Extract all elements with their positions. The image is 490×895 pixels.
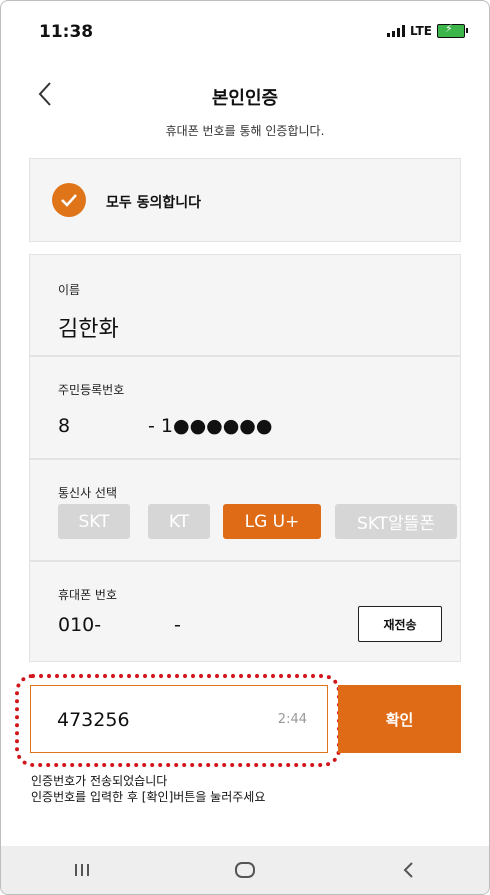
signal-icon — [386, 25, 405, 37]
phone-separator: - — [174, 614, 181, 636]
rrn-back-value: - 1●●●●●● — [148, 415, 273, 437]
carrier-select: 통신사 선택 SKT KT LG U+ SKT알뜰폰 — [29, 459, 461, 561]
carrier-option-skt[interactable]: SKT — [58, 504, 130, 539]
page-title: 본인인증 — [211, 88, 279, 109]
back-icon[interactable] — [378, 861, 438, 879]
recents-icon[interactable] — [52, 862, 112, 878]
home-icon[interactable] — [215, 861, 275, 879]
note-line-instruction: 인증번호를 입력한 후 [확인]버튼을 눌러주세요 — [31, 790, 266, 804]
page-subtitle: 휴대폰 번호를 통해 인증합니다. — [165, 124, 325, 138]
rrn-field[interactable]: 주민등록번호 8 - 1●●●●●● — [29, 356, 461, 459]
carrier-option-kt[interactable]: KT — [148, 504, 210, 539]
verification-notes: 인증번호가 전송되었습니다 인증번호를 입력한 후 [확인]버튼을 눌러주세요 — [31, 773, 265, 805]
rrn-label: 주민등록번호 — [58, 383, 125, 397]
android-nav-bar — [1, 846, 489, 894]
agree-all-label: 모두 동의합니다 — [106, 195, 202, 211]
carrier-option-lgu[interactable]: LG U+ — [223, 504, 321, 539]
name-value: 김한화 — [58, 317, 119, 342]
agree-all-row[interactable]: 모두 동의합니다 — [29, 158, 461, 242]
network-label: LTE — [409, 24, 432, 38]
name-field[interactable]: 이름 김한화 — [29, 254, 461, 356]
confirm-button[interactable]: 확인 — [338, 685, 461, 753]
carrier-option-skt-mvno[interactable]: SKT알뜰폰 — [335, 504, 457, 539]
phone-screen: 11:38 LTE ⚡ 본인인증 휴대폰 번호를 통해 인증합니다. 모두 동의… — [0, 0, 490, 895]
status-time: 11:38 — [39, 22, 94, 42]
phone-field[interactable]: 휴대폰 번호 010- - 재전송 — [29, 561, 461, 662]
rrn-front-value: 8 — [58, 415, 71, 437]
phone-prefix: 010- — [58, 614, 102, 636]
note-line-sent: 인증번호가 전송되었습니다 — [31, 774, 168, 788]
name-label: 이름 — [58, 283, 81, 297]
status-bar: 11:38 LTE ⚡ — [1, 1, 489, 59]
carrier-label: 통신사 선택 — [58, 486, 118, 500]
battery-charging-icon: ⚡ — [437, 22, 468, 38]
resend-button[interactable]: 재전송 — [358, 606, 442, 642]
check-circle-icon[interactable] — [52, 183, 86, 217]
phone-label: 휴대폰 번호 — [58, 588, 118, 602]
highlight-dotted-outline — [15, 674, 341, 767]
